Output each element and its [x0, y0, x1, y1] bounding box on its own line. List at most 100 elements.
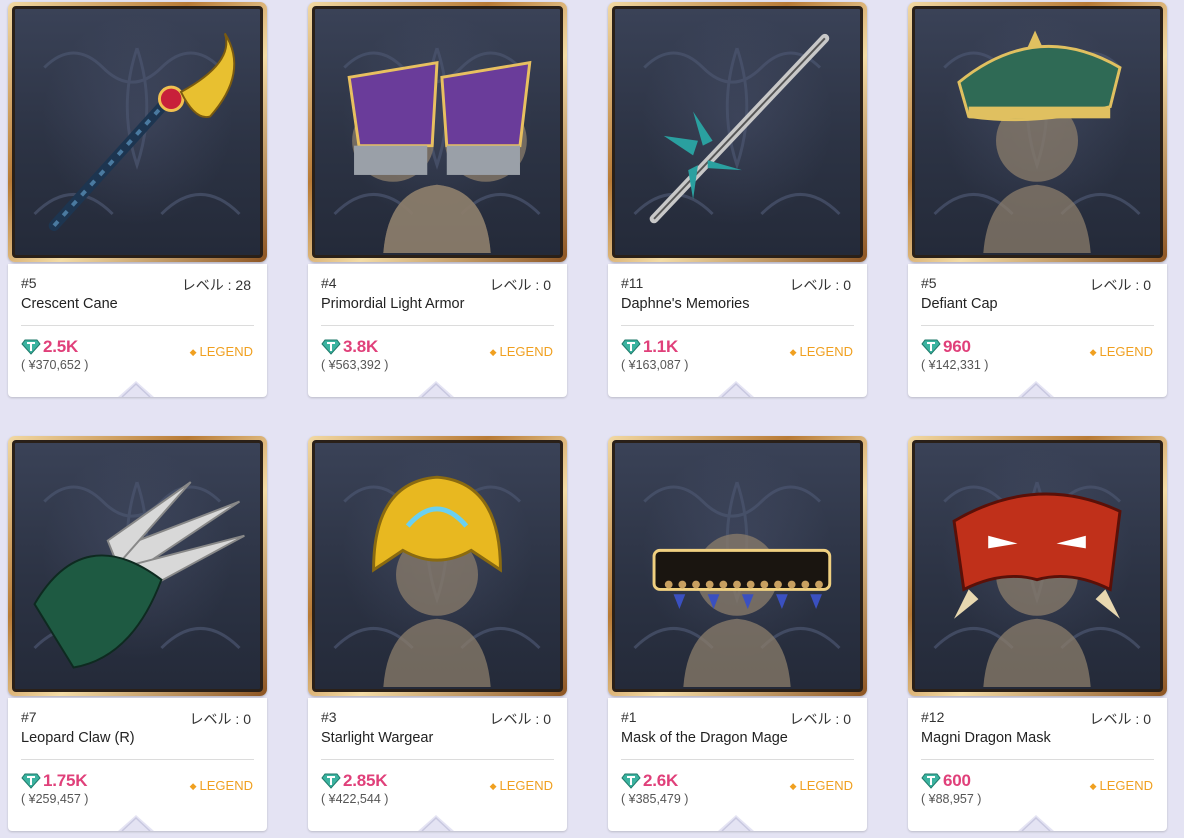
- item-price: 3.8K: [343, 337, 379, 356]
- gem-icon: [621, 339, 641, 355]
- item-level: レベル : 0: [189, 711, 251, 727]
- item-yen-price: ( ¥385,479 ): [621, 792, 689, 806]
- item-yen-price: ( ¥163,087 ): [621, 358, 689, 372]
- cap-icon: [933, 30, 1141, 254]
- diamond-icon: ◆: [789, 781, 797, 791]
- item-rank: #5: [21, 275, 37, 291]
- item-yen-price: ( ¥370,652 ): [21, 358, 89, 372]
- item-image-frame[interactable]: [908, 2, 1167, 262]
- rarity-label: LEGEND: [799, 344, 853, 359]
- rarity-label: LEGEND: [1099, 778, 1153, 793]
- expand-notch-icon[interactable]: [1018, 379, 1054, 397]
- rarity-badge: ◆ LEGEND: [1090, 344, 1153, 359]
- rarity-label: LEGEND: [499, 778, 553, 793]
- item-rank: #3: [321, 709, 337, 725]
- item-rank: #5: [921, 275, 937, 291]
- item-info-panel: #11 レベル : 0 Daphne's Memories 1.1K ( ¥16…: [608, 264, 867, 397]
- item-image-frame[interactable]: [308, 436, 567, 696]
- expand-notch-icon[interactable]: [718, 813, 754, 831]
- item-name[interactable]: Magni Dragon Mask: [921, 730, 1051, 746]
- item-name[interactable]: Crescent Cane: [21, 296, 118, 312]
- divider: [21, 325, 254, 326]
- item-yen-price: ( ¥88,957 ): [921, 792, 982, 806]
- item-level: レベル : 0: [489, 711, 551, 727]
- item-price: 2.85K: [343, 771, 388, 790]
- divider: [921, 759, 1154, 760]
- diamond-icon: ◆: [189, 347, 197, 357]
- gem-icon: [321, 339, 341, 355]
- expand-notch-icon[interactable]: [418, 813, 454, 831]
- divider: [21, 759, 254, 760]
- item-name[interactable]: Leopard Claw (R): [21, 730, 135, 746]
- claw-icon: [33, 481, 245, 669]
- item-rank: #1: [621, 709, 637, 725]
- dragon-mask-icon: [933, 481, 1141, 688]
- item-info-panel: #1 レベル : 0 Mask of the Dragon Mage 2.6K …: [608, 698, 867, 831]
- rarity-badge: ◆ LEGEND: [490, 778, 553, 793]
- rarity-label: LEGEND: [199, 778, 253, 793]
- item-yen-price: ( ¥142,331 ): [921, 358, 989, 372]
- divider: [321, 759, 554, 760]
- item-image-frame[interactable]: [8, 436, 267, 696]
- item-level: レベル : 0: [789, 277, 851, 293]
- expand-notch-icon[interactable]: [1018, 813, 1054, 831]
- rarity-badge: ◆ LEGEND: [790, 344, 853, 359]
- expand-notch-icon[interactable]: [418, 379, 454, 397]
- item-info-panel: #5 レベル : 28 Crescent Cane 2.5K ( ¥370,65…: [8, 264, 267, 397]
- item-rank: #4: [321, 275, 337, 291]
- item-info-panel: #12 レベル : 0 Magni Dragon Mask 600 ( ¥88,…: [908, 698, 1167, 831]
- divider: [321, 325, 554, 326]
- item-info-panel: #3 レベル : 0 Starlight Wargear 2.85K ( ¥42…: [308, 698, 567, 831]
- rarity-label: LEGEND: [799, 778, 853, 793]
- item-level: レベル : 0: [789, 711, 851, 727]
- expand-notch-icon[interactable]: [118, 379, 154, 397]
- rarity-badge: ◆ LEGEND: [190, 778, 253, 793]
- choker-icon: [633, 481, 841, 688]
- item-price: 2.5K: [43, 337, 79, 356]
- diamond-icon: ◆: [189, 781, 197, 791]
- item-image-frame[interactable]: [8, 2, 267, 262]
- crown-icon: [333, 475, 541, 688]
- item-price: 600: [943, 771, 971, 790]
- item-name[interactable]: Daphne's Memories: [621, 296, 750, 312]
- item-image-frame[interactable]: [608, 2, 867, 262]
- item-name[interactable]: Starlight Wargear: [321, 730, 433, 746]
- item-image-frame[interactable]: [308, 2, 567, 262]
- item-info-panel: #5 レベル : 0 Defiant Cap 960 ( ¥142,331 ) …: [908, 264, 1167, 397]
- gem-icon: [621, 773, 641, 789]
- item-level: レベル : 0: [1089, 277, 1151, 293]
- item-yen-price: ( ¥563,392 ): [321, 358, 389, 372]
- item-price: 2.6K: [643, 771, 679, 790]
- rarity-badge: ◆ LEGEND: [790, 778, 853, 793]
- diamond-icon: ◆: [489, 781, 497, 791]
- item-rank: #7: [21, 709, 37, 725]
- gem-icon: [921, 773, 941, 789]
- diamond-icon: ◆: [1089, 347, 1097, 357]
- sword-icon: [633, 33, 841, 224]
- rarity-badge: ◆ LEGEND: [490, 344, 553, 359]
- item-image-frame[interactable]: [908, 436, 1167, 696]
- diamond-icon: ◆: [1089, 781, 1097, 791]
- rarity-label: LEGEND: [499, 344, 553, 359]
- rarity-badge: ◆ LEGEND: [190, 344, 253, 359]
- item-name[interactable]: Mask of the Dragon Mage: [621, 730, 788, 746]
- expand-notch-icon[interactable]: [118, 813, 154, 831]
- item-grid: #5 レベル : 28 Crescent Cane 2.5K ( ¥370,65…: [0, 0, 1184, 838]
- rarity-label: LEGEND: [1099, 344, 1153, 359]
- item-yen-price: ( ¥422,544 ): [321, 792, 389, 806]
- diamond-icon: ◆: [489, 347, 497, 357]
- item-level: レベル : 0: [489, 277, 551, 293]
- item-info-panel: #7 レベル : 0 Leopard Claw (R) 1.75K ( ¥259…: [8, 698, 267, 831]
- item-name[interactable]: Primordial Light Armor: [321, 296, 464, 312]
- divider: [621, 325, 854, 326]
- diamond-icon: ◆: [789, 347, 797, 357]
- item-yen-price: ( ¥259,457 ): [21, 792, 89, 806]
- armor-icon: [333, 47, 541, 254]
- item-image-frame[interactable]: [608, 436, 867, 696]
- item-info-panel: #4 レベル : 0 Primordial Light Armor 3.8K (…: [308, 264, 567, 397]
- item-rank: #11: [621, 275, 644, 291]
- item-price: 1.75K: [43, 771, 88, 790]
- item-price: 960: [943, 337, 971, 356]
- item-name[interactable]: Defiant Cap: [921, 296, 998, 312]
- expand-notch-icon[interactable]: [718, 379, 754, 397]
